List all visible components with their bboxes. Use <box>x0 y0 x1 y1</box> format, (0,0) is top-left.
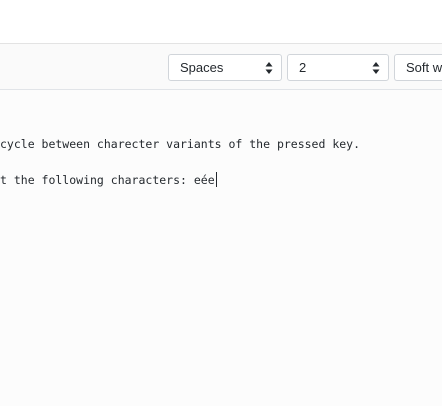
editor-toolbar: Spaces 2 Soft wrap <box>0 44 442 90</box>
indent-mode-select[interactable]: Spaces <box>168 54 282 81</box>
code-editor[interactable]: cycle between charecter variants of the … <box>0 90 442 406</box>
page-header <box>0 0 442 44</box>
indent-mode-value: Spaces <box>180 60 224 75</box>
code-line: cycle between charecter variants of the … <box>0 136 360 152</box>
indent-size-select[interactable]: 2 <box>287 54 389 81</box>
select-arrows-icon <box>265 61 273 75</box>
code-line-text: cycle between charecter variants of the … <box>0 137 361 151</box>
code-line-text: t the following characters: eée <box>0 173 215 187</box>
code-line: t the following characters: eée <box>0 172 217 188</box>
wrap-mode-value: Soft wrap <box>406 60 442 75</box>
wrap-mode-select[interactable]: Soft wrap <box>394 54 442 81</box>
indent-size-value: 2 <box>299 60 307 75</box>
select-arrows-icon <box>372 61 380 75</box>
text-cursor <box>215 172 217 187</box>
